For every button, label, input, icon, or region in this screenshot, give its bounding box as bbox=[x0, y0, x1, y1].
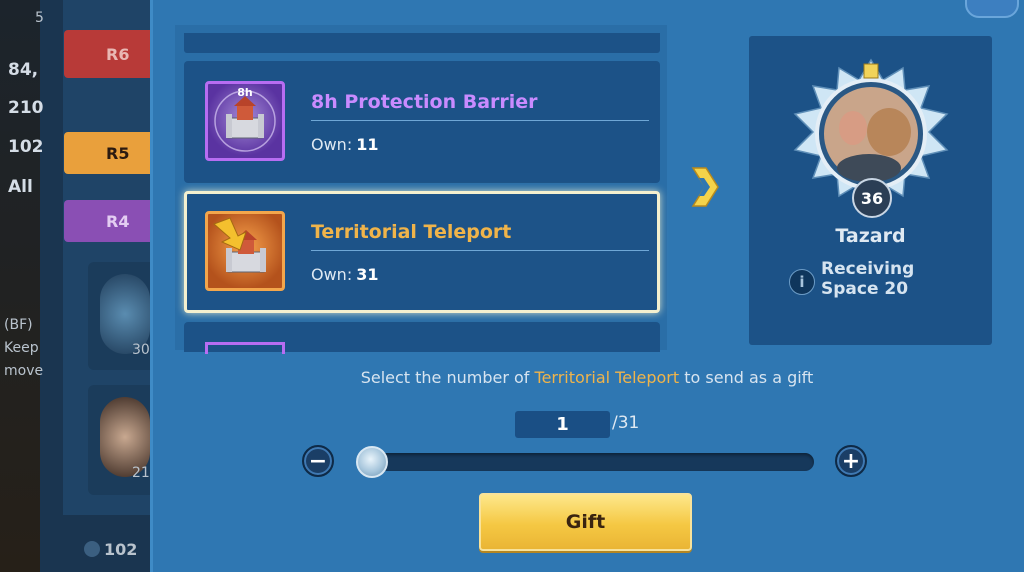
slider-handle[interactable] bbox=[356, 446, 388, 478]
gift-button[interactable]: Gift bbox=[479, 493, 692, 551]
item-divider bbox=[311, 120, 649, 121]
rank-tab-r5[interactable]: R5 bbox=[64, 132, 154, 174]
minus-icon: − bbox=[308, 448, 328, 474]
list-item-partial[interactable] bbox=[184, 33, 660, 53]
territorial-teleport-icon bbox=[205, 211, 285, 291]
item-divider bbox=[311, 250, 649, 251]
item-own-count: Own: 31 bbox=[311, 265, 379, 284]
rank-tab-r4[interactable]: R4 bbox=[64, 200, 154, 242]
background-member-card: 21 bbox=[88, 385, 158, 495]
receiving-space-status: Receiving Space 20 bbox=[821, 259, 915, 299]
rank-tab-r6[interactable]: R6 bbox=[64, 30, 154, 78]
gift-instruction: Select the number of Territorial Telepor… bbox=[360, 368, 814, 387]
increase-button[interactable]: + bbox=[835, 445, 867, 477]
item-title: Territorial Teleport bbox=[311, 221, 512, 243]
background-left-strip bbox=[0, 0, 40, 572]
background-card-number: 21 bbox=[132, 465, 150, 481]
level-badge: 36 bbox=[852, 178, 892, 218]
icon-label: 8h bbox=[237, 86, 253, 99]
item-title: 8h Protection Barrier bbox=[311, 91, 538, 113]
plus-icon: + bbox=[841, 448, 861, 474]
background-partial-number: 5 bbox=[35, 10, 44, 26]
quantity-max: /31 bbox=[612, 413, 640, 433]
background-footer-value: 102 bbox=[84, 540, 137, 559]
info-icon[interactable]: i bbox=[789, 269, 815, 295]
quantity-input[interactable]: 1 bbox=[515, 411, 610, 438]
shield-icon bbox=[84, 541, 100, 557]
list-item-partial[interactable] bbox=[184, 322, 660, 354]
background-value-2: 210 bbox=[8, 98, 44, 118]
background-side-text-1: (BF) bbox=[4, 317, 33, 333]
protection-barrier-icon: 8h bbox=[205, 81, 285, 161]
item-icon-partial bbox=[205, 342, 285, 354]
background-side-text-3: move bbox=[4, 363, 44, 379]
background-card-number: 30 bbox=[132, 342, 150, 358]
background-value-4: All bbox=[8, 177, 33, 197]
quantity-slider[interactable] bbox=[358, 453, 814, 471]
background-member-card: 30 bbox=[88, 262, 158, 370]
recipient-panel: 36 Tazard i Receiving Space 20 bbox=[749, 36, 992, 345]
list-item-territorial-teleport[interactable]: Territorial Teleport Own: 31 bbox=[184, 191, 660, 313]
item-own-count: Own: 11 bbox=[311, 135, 379, 154]
decrease-button[interactable]: − bbox=[302, 445, 334, 477]
background-value-1: 84, bbox=[8, 60, 39, 80]
list-item-protection-barrier[interactable]: 8h 8h Protection Barrier Own: 11 bbox=[184, 61, 660, 183]
background-side-text-2: Keep bbox=[4, 340, 39, 356]
recipient-name: Tazard bbox=[835, 225, 906, 247]
background-value-3: 102 bbox=[8, 137, 44, 157]
arrow-right-icon bbox=[691, 167, 719, 207]
close-button[interactable] bbox=[965, 0, 1019, 18]
